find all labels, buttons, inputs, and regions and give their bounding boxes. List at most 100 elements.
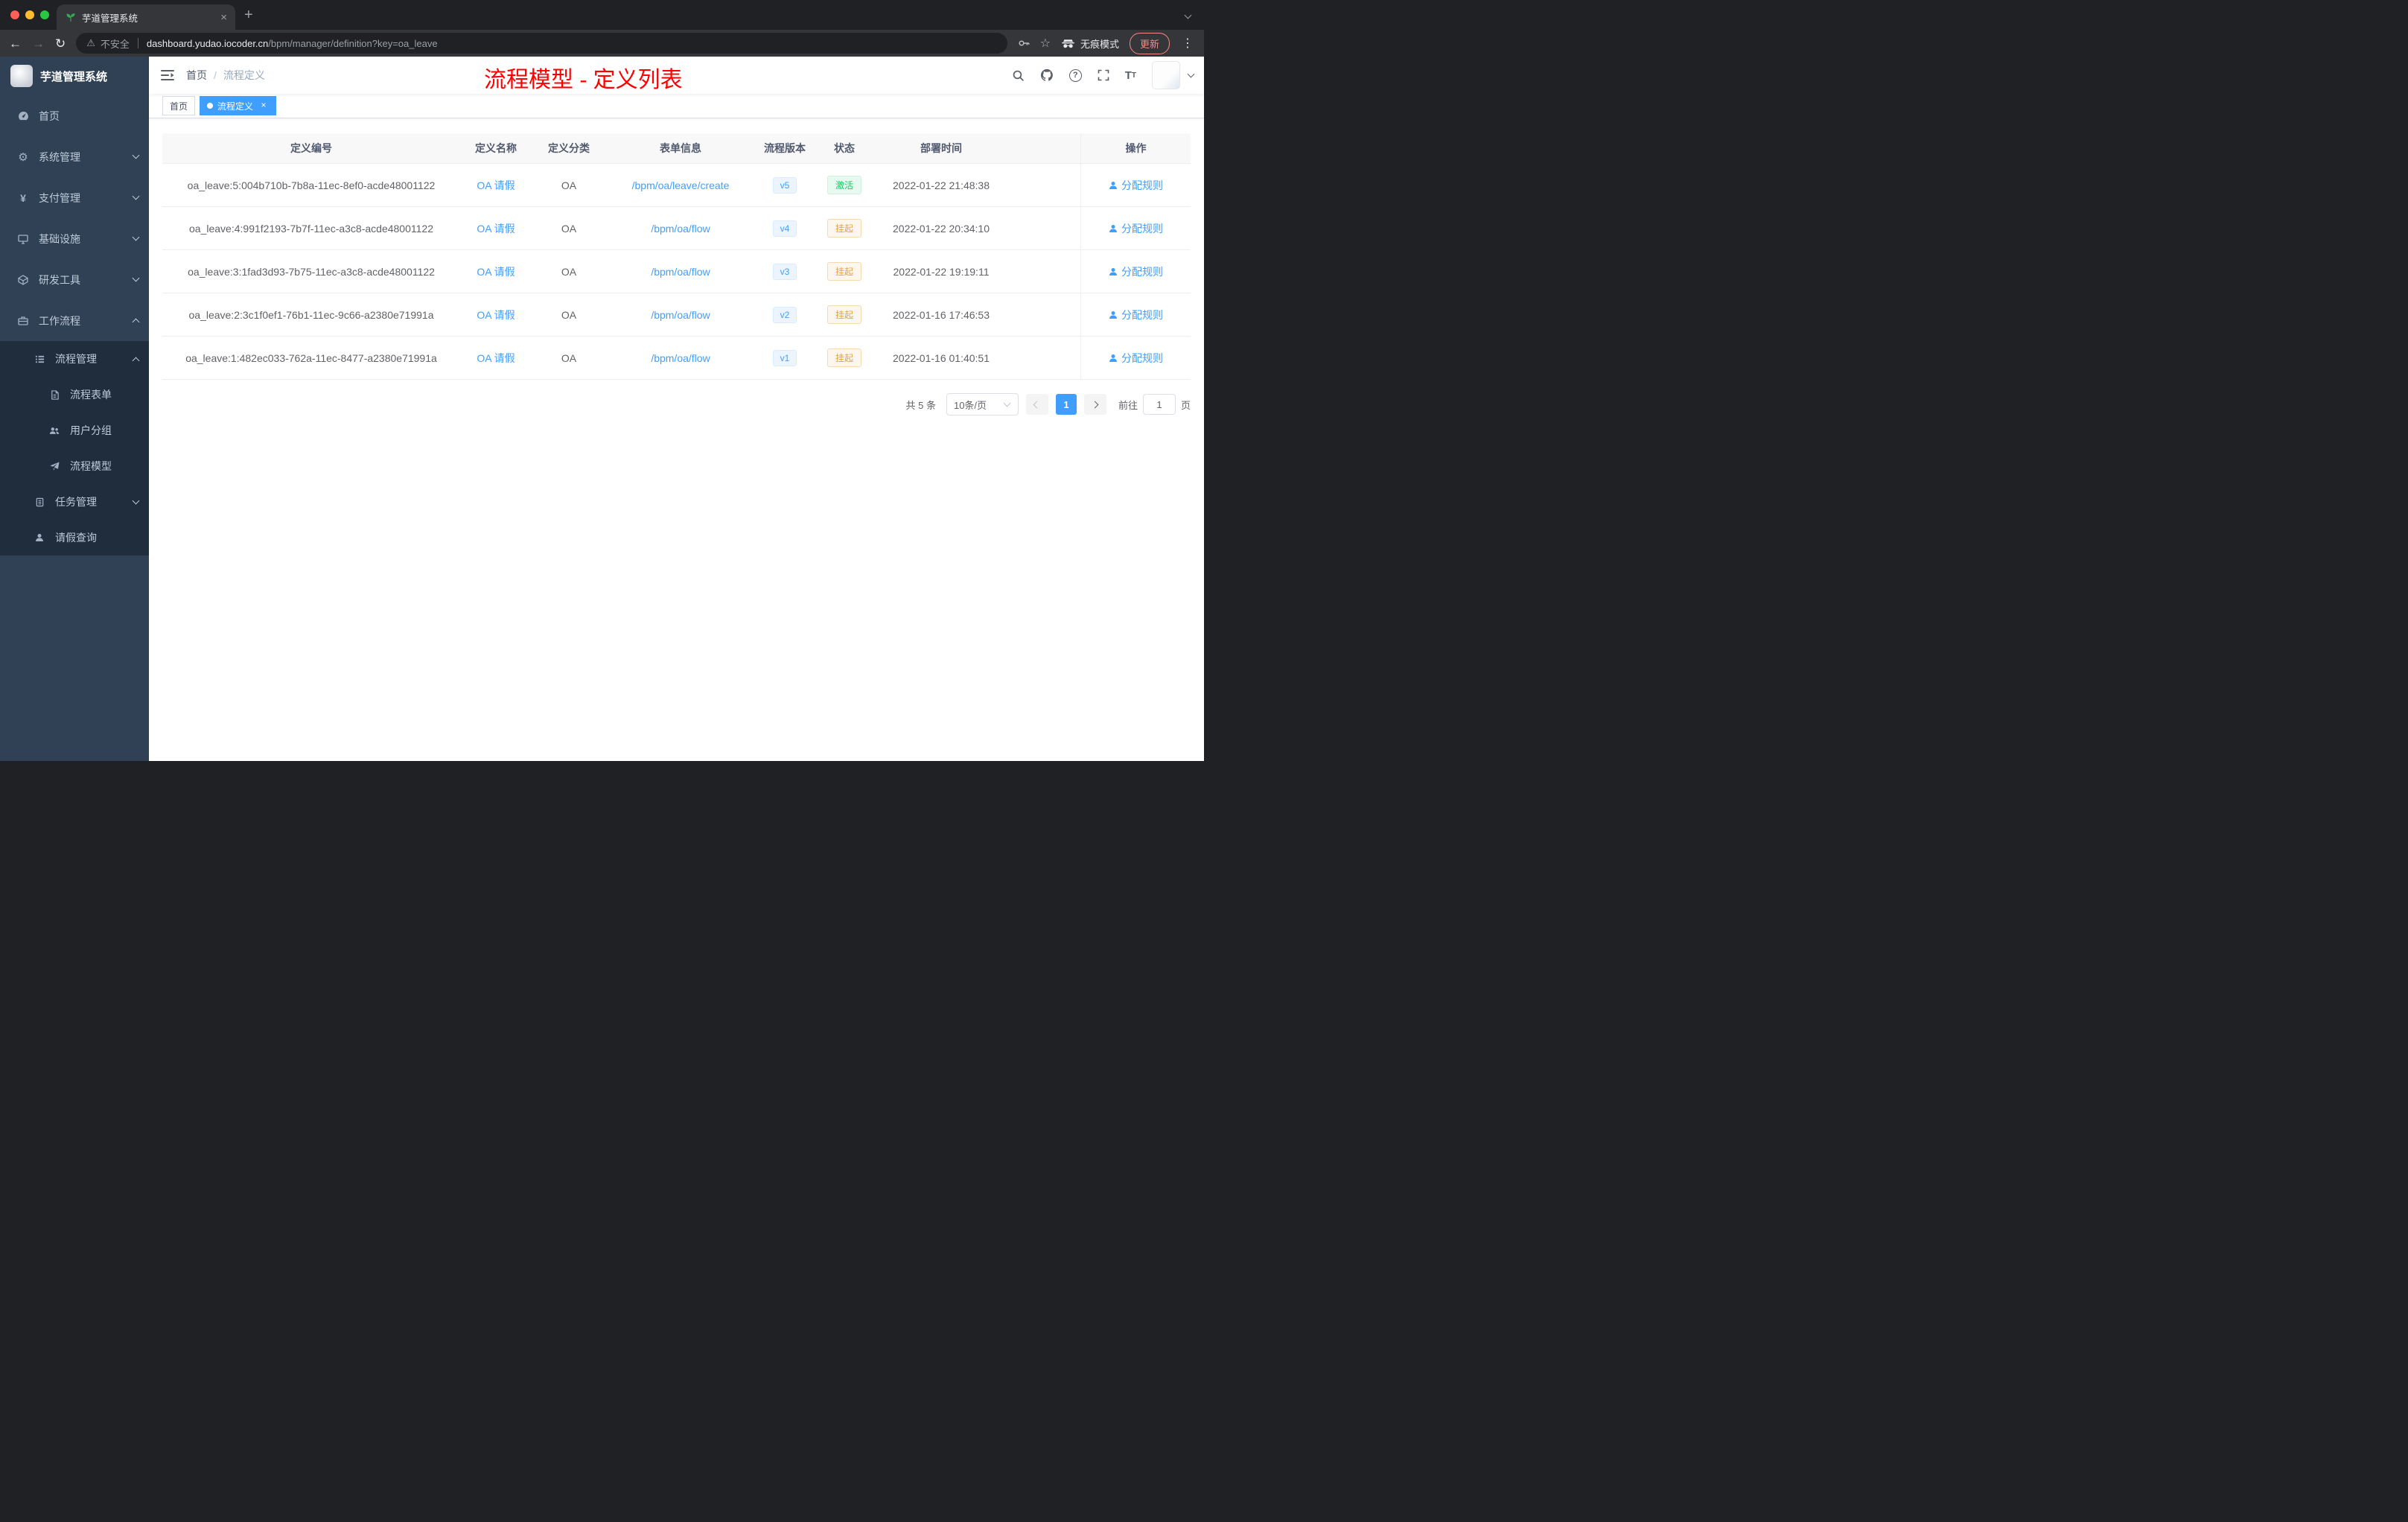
page-size-select[interactable]: 10条/页 bbox=[946, 393, 1019, 415]
kebab-menu-icon[interactable]: ⋮ bbox=[1180, 36, 1195, 51]
hamburger-icon[interactable] bbox=[149, 69, 186, 81]
incognito-icon bbox=[1061, 39, 1075, 48]
browser-tab-strip: 芋道管理系统 × + bbox=[0, 0, 1204, 30]
form-link[interactable]: /bpm/oa/leave/create bbox=[632, 179, 730, 191]
assign-rule-link[interactable]: 分配规则 bbox=[1109, 178, 1163, 193]
new-tab-button[interactable]: + bbox=[235, 7, 262, 24]
current-page-button[interactable]: 1 bbox=[1055, 394, 1077, 415]
chevron-down-icon bbox=[132, 274, 140, 282]
sidebar-item-workflow[interactable]: 工作流程 bbox=[0, 300, 149, 341]
assign-rule-link[interactable]: 分配规则 bbox=[1109, 308, 1163, 322]
help-icon[interactable]: ? bbox=[1068, 69, 1082, 82]
page-annotation: 流程模型 - 定义列表 bbox=[484, 68, 683, 92]
table-row: oa_leave:5:004b710b-7b8a-11ec-8ef0-acde4… bbox=[162, 164, 1191, 207]
tab-close-icon[interactable]: × bbox=[218, 11, 229, 24]
search-icon[interactable] bbox=[1012, 69, 1025, 82]
tag-home[interactable]: 首页 bbox=[162, 96, 196, 115]
sidebar-item-devtools[interactable]: 研发工具 bbox=[0, 259, 149, 300]
assign-rule-link[interactable]: 分配规则 bbox=[1109, 221, 1163, 236]
column-header: 定义名称 bbox=[475, 142, 517, 154]
goto-page-input[interactable] bbox=[1142, 394, 1176, 415]
tab-search-chevron-icon[interactable] bbox=[1184, 8, 1192, 22]
tag-active-dot bbox=[207, 103, 214, 109]
definition-name-link[interactable]: OA 请假 bbox=[477, 308, 515, 322]
browser-tab[interactable]: 芋道管理系统 × bbox=[57, 4, 235, 30]
monitor-icon bbox=[16, 234, 30, 244]
form-link[interactable]: /bpm/oa/flow bbox=[651, 223, 710, 235]
briefcase-icon bbox=[16, 316, 30, 326]
goto-suffix: 页 bbox=[1180, 399, 1191, 411]
sidebar-item-process-form[interactable]: 流程表单 bbox=[0, 377, 149, 413]
breadcrumb-current: 流程定义 bbox=[223, 69, 265, 81]
star-icon[interactable]: ☆ bbox=[1040, 36, 1051, 51]
fullscreen-icon[interactable] bbox=[1098, 69, 1109, 81]
breadcrumb-separator: / bbox=[214, 69, 217, 81]
definition-name-link[interactable]: OA 请假 bbox=[477, 351, 515, 366]
sidebar-item-task-management[interactable]: 任务管理 bbox=[0, 484, 149, 520]
definition-id: oa_leave:4:991f2193-7b7f-11ec-a3c8-acde4… bbox=[189, 222, 433, 235]
sidebar-item-user-group[interactable]: 用户分组 bbox=[0, 413, 149, 448]
prev-page-button[interactable] bbox=[1025, 394, 1048, 415]
url-bar[interactable]: ⚠ 不安全 dashboard.yudao.iocoder.cn/bpm/man… bbox=[76, 33, 1007, 54]
caret-down-icon[interactable] bbox=[1187, 70, 1195, 77]
sidebar-item-infrastructure[interactable]: 基础设施 bbox=[0, 218, 149, 259]
github-icon[interactable] bbox=[1040, 69, 1054, 82]
tag-close-icon[interactable]: × bbox=[258, 101, 269, 111]
pagination: 共 5 条 10条/页 1 前往 页 bbox=[162, 393, 1191, 415]
key-icon[interactable] bbox=[1018, 37, 1030, 49]
forward-icon[interactable]: → bbox=[32, 37, 45, 50]
definition-name-link[interactable]: OA 请假 bbox=[477, 178, 515, 193]
form-link[interactable]: /bpm/oa/flow bbox=[651, 352, 710, 364]
tag-label: 流程定义 bbox=[217, 101, 254, 112]
page-content: 定义编号 定义名称 定义分类 表单信息 流程版本 状态 部署时间 操作 oa_l… bbox=[149, 118, 1204, 761]
row-spacer bbox=[1008, 164, 1080, 206]
chevron-up-icon bbox=[132, 357, 140, 364]
minimize-window-button[interactable] bbox=[25, 10, 34, 19]
browser-window: 芋道管理系统 × + ← → ↻ ⚠ 不安全 dashboard.yudao.i… bbox=[0, 0, 1204, 761]
definition-id: oa_leave:2:3c1f0ef1-76b1-11ec-9c66-a2380… bbox=[188, 308, 434, 321]
definition-category: OA bbox=[561, 179, 577, 191]
form-link[interactable]: /bpm/oa/flow bbox=[651, 266, 710, 278]
sidebar-item-label: 流程模型 bbox=[70, 460, 112, 472]
sidebar-item-payment[interactable]: ¥ 支付管理 bbox=[0, 177, 149, 218]
next-page-button[interactable] bbox=[1083, 394, 1106, 415]
back-icon[interactable]: ← bbox=[9, 37, 22, 50]
close-window-button[interactable] bbox=[10, 10, 19, 19]
version-badge: v4 bbox=[772, 220, 797, 237]
form-link[interactable]: /bpm/oa/flow bbox=[651, 309, 710, 321]
zoom-window-button[interactable] bbox=[40, 10, 49, 19]
user-icon bbox=[1109, 311, 1117, 319]
sidebar-logo[interactable]: 芋道管理系统 bbox=[0, 57, 149, 95]
sidebar-item-system[interactable]: ⚙ 系统管理 bbox=[0, 136, 149, 177]
avatar[interactable] bbox=[1152, 61, 1180, 89]
definition-name-link[interactable]: OA 请假 bbox=[477, 221, 515, 236]
column-header: 状态 bbox=[834, 142, 855, 154]
sidebar-item-home[interactable]: 首页 bbox=[0, 95, 149, 136]
url-path: /bpm/manager/definition?key=oa_leave bbox=[268, 37, 438, 49]
assign-rule-link[interactable]: 分配规则 bbox=[1109, 264, 1163, 279]
sidebar-item-leave-query[interactable]: 请假查询 bbox=[0, 520, 149, 555]
sidebar-menu: 首页 ⚙ 系统管理 ¥ 支付管理 基础设施 研发工具 工作流程 流程管理 流程表… bbox=[0, 95, 149, 555]
app-root: 芋道管理系统 首页 ⚙ 系统管理 ¥ 支付管理 基础设施 研发工具 工作流程 流… bbox=[0, 57, 1204, 761]
update-button[interactable]: 更新 bbox=[1129, 32, 1170, 54]
logo-title: 芋道管理系统 bbox=[40, 70, 108, 83]
pagination-total: 共 5 条 bbox=[905, 399, 936, 411]
sidebar-item-process-management[interactable]: 流程管理 bbox=[0, 341, 149, 377]
definition-category: OA bbox=[561, 222, 577, 235]
font-size-icon[interactable]: TT bbox=[1125, 69, 1136, 82]
tag-process-definition[interactable]: 流程定义 × bbox=[200, 96, 277, 115]
column-header: 表单信息 bbox=[660, 142, 701, 154]
column-header: 定义分类 bbox=[548, 142, 590, 154]
assign-rule-link[interactable]: 分配规则 bbox=[1109, 351, 1163, 366]
status-badge: 挂起 bbox=[826, 305, 861, 324]
sidebar-item-label: 工作流程 bbox=[39, 314, 80, 327]
reload-icon[interactable]: ↻ bbox=[55, 37, 66, 50]
sidebar-item-process-model[interactable]: 流程模型 bbox=[0, 448, 149, 484]
sidebar-item-label: 基础设施 bbox=[39, 232, 80, 245]
sidebar-item-label: 首页 bbox=[39, 109, 60, 122]
sidebar-item-label: 流程管理 bbox=[55, 353, 97, 365]
sidebar-item-label: 流程表单 bbox=[70, 389, 112, 401]
app-header: 首页 / 流程定义 流程模型 - 定义列表 ? TT bbox=[149, 57, 1204, 94]
breadcrumb-home[interactable]: 首页 bbox=[186, 68, 207, 83]
definition-name-link[interactable]: OA 请假 bbox=[477, 264, 515, 279]
